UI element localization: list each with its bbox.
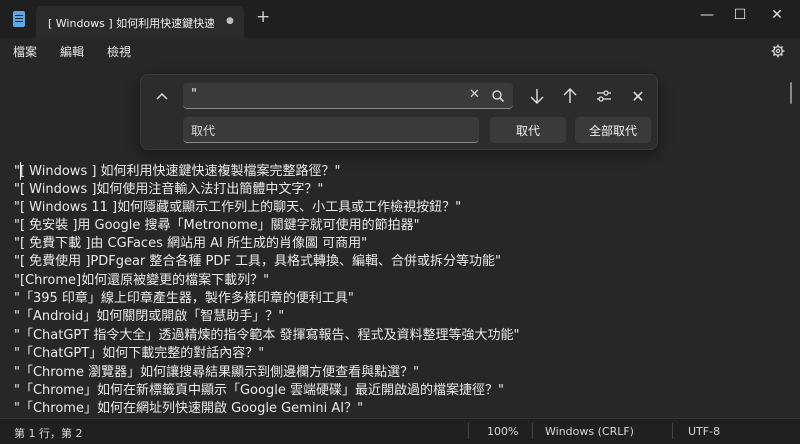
find-input-value: " (191, 87, 197, 102)
replace-button[interactable]: 取代 (490, 117, 566, 143)
find-input[interactable]: " ✕ (183, 83, 513, 109)
status-divider (672, 423, 673, 439)
text-editor[interactable]: "[ Windows ] 如何利用快速鍵快速複製檔案完整路徑？" "[ Wind… (0, 160, 784, 416)
notepad-app-icon (13, 11, 25, 27)
search-icon[interactable] (491, 88, 507, 104)
zoom-level[interactable]: 100% (487, 425, 518, 438)
replace-input[interactable]: 取代 (183, 117, 479, 143)
tab-title: [ Windows ] 如何利用快速鍵快速複 (48, 17, 214, 30)
toggle-replace-chevron-icon[interactable] (153, 87, 171, 105)
menu-view[interactable]: 檢視 (107, 43, 131, 60)
menu-edit[interactable]: 編輯 (60, 43, 84, 60)
settings-gear-icon[interactable] (771, 41, 785, 62)
line-ending[interactable]: Windows (CRLF) (545, 425, 634, 438)
editor-line: "「ChatGPT」如何下載完整的對話內容？" (14, 346, 265, 361)
editor-line: "「Chrome」如何在網址列快速開啟 Google Gemini AI？" (14, 401, 364, 416)
find-previous-arrow-up-icon[interactable] (558, 84, 582, 108)
find-next-arrow-down-icon[interactable] (525, 84, 549, 108)
new-tab-button[interactable]: + (256, 9, 270, 26)
find-replace-panel: " ✕ ✕ 取代 取代 全部取代 (140, 74, 658, 150)
close-window-button[interactable]: ✕ (754, 0, 800, 30)
editor-line: "[ Windows ]如何使用注音輸入法打出簡體中文字？" (14, 182, 324, 197)
editor-line: "[ 免費下載 ]由 CGFaces 網站用 AI 所生成的肖像圖 可商用" (14, 236, 368, 251)
editor-line: "[ Windows 11 ]如何隱藏或顯示工作列上的聊天、小工具或工作檢視按鈕… (14, 200, 462, 215)
scrollbar-thumb[interactable] (790, 82, 792, 104)
menu-file[interactable]: 檔案 (13, 43, 37, 60)
status-divider (468, 423, 469, 439)
document-tab[interactable]: [ Windows ] 如何利用快速鍵快速複 ● (36, 6, 244, 38)
editor-line: "「Chrome」如何在新標籤頁中顯示「Google 雲端硬碟」最近開啟過的檔案… (14, 383, 504, 398)
replace-input-placeholder: 取代 (191, 124, 216, 138)
status-bar: 第 1 行，第 2 100% Windows (CRLF) UTF-8 (0, 418, 800, 444)
text-cursor (20, 162, 21, 180)
cursor-position: 第 1 行，第 2 (14, 427, 83, 440)
editor-line: "[ 免安裝 ]用 Google 搜尋「Metronome」關鍵字就可使用的節拍… (14, 218, 420, 233)
editor-line: "[ Windows ] 如何利用快速鍵快速複製檔案完整路徑？" (14, 164, 341, 179)
menu-bar: 檔案 編輯 檢視 (0, 38, 800, 64)
encoding[interactable]: UTF-8 (688, 425, 720, 438)
editor-line: "「Android」如何關閉或開啟「智慧助手」？" (14, 309, 285, 324)
close-find-icon[interactable]: ✕ (626, 84, 650, 108)
status-divider (532, 423, 533, 439)
editor-line: "[Chrome]如何還原被變更的檔案下載列？" (14, 273, 270, 288)
editor-line: "「395 印章」線上印章產生器，製作多樣印章的便利工具" (14, 291, 354, 306)
vertical-scrollbar[interactable] (790, 72, 794, 412)
editor-line: "[ 免費使用 ]PDFgear 整合各種 PDF 工具，具格式轉換、編輯、合併… (14, 254, 501, 269)
editor-line: "「Chrome 瀏覽器」如何讓搜尋結果顯示到側邊欄方便查看與點選？" (14, 365, 420, 380)
unsaved-dot-icon[interactable]: ● (226, 16, 234, 26)
title-bar: [ Windows ] 如何利用快速鍵快速複 ● + — ☐ ✕ (0, 0, 800, 38)
replace-all-button[interactable]: 全部取代 (575, 117, 651, 143)
clear-search-icon[interactable]: ✕ (469, 87, 480, 102)
editor-line: "「ChatGPT 指令大全」透過精煉的指令範本 發揮寫報告、程式及資料整理等強… (14, 328, 520, 343)
find-options-sliders-icon[interactable] (592, 84, 616, 108)
